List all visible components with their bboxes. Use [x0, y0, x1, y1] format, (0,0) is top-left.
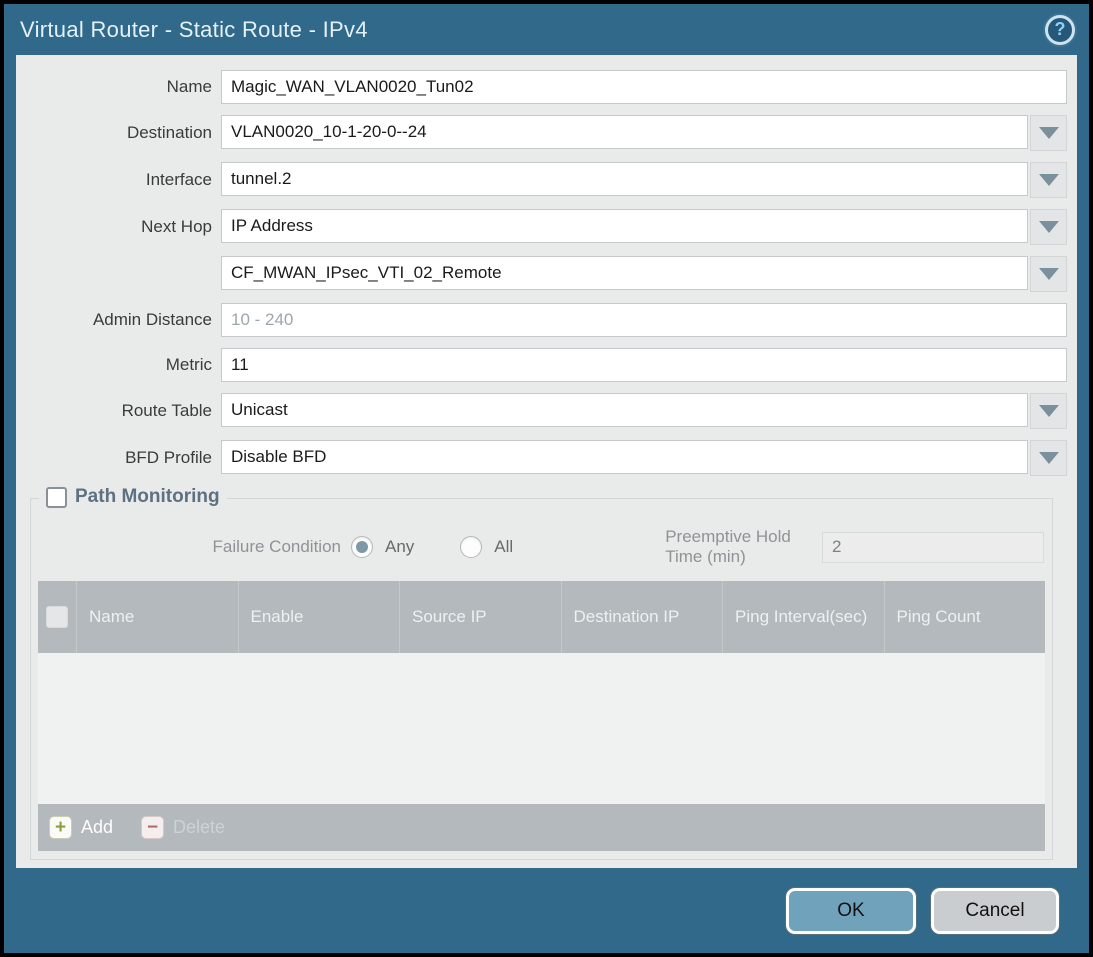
form-row-bfd-profile: BFD Profile [16, 440, 1067, 476]
column-header-enable: Enable [238, 581, 400, 653]
form-row-metric: Metric [16, 348, 1067, 382]
table-toolbar: + Add − Delete [38, 804, 1045, 851]
radio-all-label: All [494, 537, 513, 557]
name-input[interactable] [221, 70, 1067, 104]
add-button-label: Add [81, 817, 113, 838]
delete-button-label: Delete [173, 817, 225, 838]
dialog-outer-frame: Virtual Router - Static Route - IPv4 ? N… [0, 0, 1093, 957]
column-header-name: Name [76, 581, 238, 653]
add-plus-icon: + [49, 816, 72, 839]
column-header-source-ip: Source IP [399, 581, 561, 653]
next-hop-address-dropdown-button[interactable] [1030, 256, 1067, 292]
form-row-route-table: Route Table [16, 393, 1067, 429]
destination-label: Destination [16, 123, 221, 143]
radio-dot [356, 541, 368, 553]
form-row-next-hop: Next Hop [16, 209, 1067, 245]
interface-input[interactable] [221, 162, 1028, 196]
table-header-select-all [38, 581, 76, 653]
dialog-content: Name Destination Interface [16, 55, 1077, 868]
route-table-dropdown-button[interactable] [1030, 393, 1067, 429]
select-all-checkbox [46, 606, 68, 628]
chevron-down-icon [1039, 452, 1059, 464]
static-route-dialog: Virtual Router - Static Route - IPv4 ? N… [4, 4, 1089, 953]
form-row-next-hop-address [16, 256, 1067, 292]
next-hop-type-input[interactable] [221, 209, 1028, 243]
chevron-down-icon [1039, 405, 1059, 417]
radio-option-all: All [460, 536, 513, 558]
dialog-footer: OK Cancel [4, 868, 1089, 953]
admin-distance-label: Admin Distance [16, 310, 221, 330]
help-icon[interactable]: ? [1045, 15, 1075, 45]
admin-distance-input[interactable] [221, 303, 1067, 337]
interface-dropdown-button[interactable] [1030, 162, 1067, 198]
form-row-interface: Interface [16, 162, 1067, 198]
column-header-ping-count: Ping Count [884, 581, 1046, 653]
dialog-titlebar: Virtual Router - Static Route - IPv4 ? [4, 4, 1089, 55]
radio-any [351, 536, 373, 558]
path-monitoring-title: Path Monitoring [75, 486, 220, 508]
cancel-button[interactable]: Cancel [931, 888, 1059, 934]
column-header-ping-interval: Ping Interval(sec) [722, 581, 884, 653]
radio-any-label: Any [385, 537, 414, 557]
table-body-empty [38, 653, 1045, 804]
chevron-down-icon [1039, 127, 1059, 139]
interface-label: Interface [16, 170, 221, 190]
form-row-name: Name [16, 70, 1067, 104]
next-hop-address-input[interactable] [221, 256, 1028, 290]
path-monitoring-checkbox[interactable] [46, 487, 67, 508]
route-table-label: Route Table [16, 401, 221, 421]
path-monitoring-section: Path Monitoring Failure Condition Any Al… [30, 498, 1053, 860]
next-hop-type-dropdown-button[interactable] [1030, 209, 1067, 245]
failure-condition-label: Failure Condition [31, 537, 351, 557]
bfd-profile-input[interactable] [221, 440, 1028, 474]
delete-button: − Delete [141, 816, 225, 839]
name-label: Name [16, 77, 221, 97]
radio-option-any: Any [351, 536, 414, 558]
bfd-profile-label: BFD Profile [16, 448, 221, 468]
route-table-input[interactable] [221, 393, 1028, 427]
preemptive-hold-time-input [822, 532, 1044, 563]
path-monitoring-table: Name Enable Source IP Destination IP Pin… [38, 581, 1045, 851]
next-hop-label: Next Hop [16, 217, 221, 237]
destination-dropdown-button[interactable] [1030, 115, 1067, 151]
failure-condition-radio-group: Any All [351, 536, 545, 558]
preemptive-hold-time-label: Preemptive Hold Time (min) [665, 527, 813, 567]
radio-all [460, 536, 482, 558]
failure-condition-row: Failure Condition Any All Preemptive Hol… [31, 529, 1044, 565]
chevron-down-icon [1039, 221, 1059, 233]
table-header: Name Enable Source IP Destination IP Pin… [38, 581, 1045, 653]
path-monitoring-legend: Path Monitoring [39, 486, 227, 508]
metric-input[interactable] [221, 348, 1067, 382]
chevron-down-icon [1039, 268, 1059, 280]
delete-minus-icon: − [141, 816, 164, 839]
metric-label: Metric [16, 355, 221, 375]
dialog-title: Virtual Router - Static Route - IPv4 [20, 17, 368, 43]
form-row-admin-distance: Admin Distance [16, 303, 1067, 337]
add-button: + Add [49, 816, 113, 839]
destination-input[interactable] [221, 115, 1028, 149]
column-header-destination-ip: Destination IP [561, 581, 723, 653]
bfd-profile-dropdown-button[interactable] [1030, 440, 1067, 476]
form-row-destination: Destination [16, 115, 1067, 151]
ok-button[interactable]: OK [786, 888, 916, 934]
chevron-down-icon [1039, 174, 1059, 186]
